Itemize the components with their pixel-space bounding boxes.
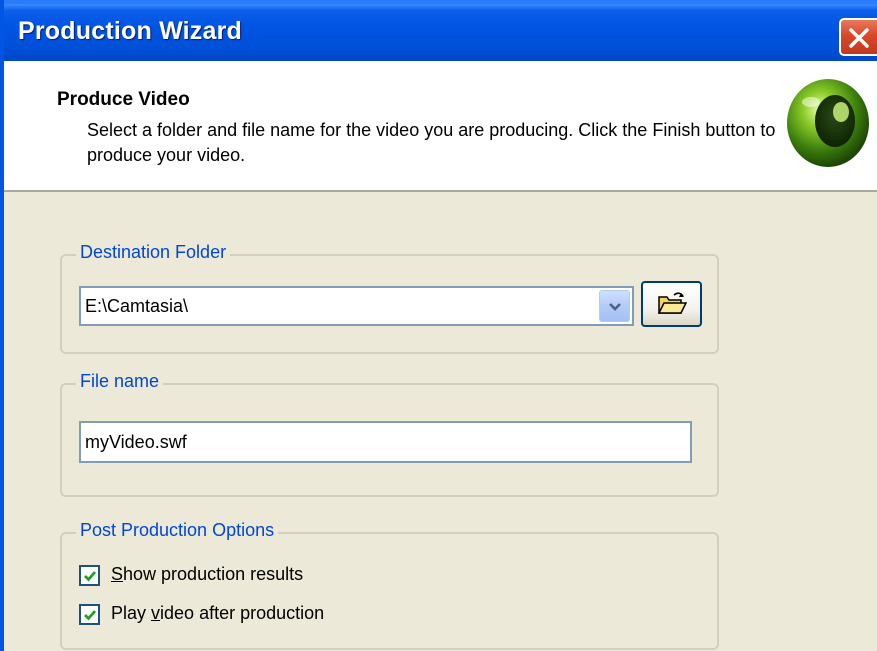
close-icon	[849, 28, 869, 48]
page-description: Select a folder and file name for the vi…	[87, 120, 776, 165]
production-wizard-window: Production Wizard Produce Video Select a…	[0, 0, 877, 651]
green-orb-logo	[787, 79, 869, 167]
close-button[interactable]	[839, 18, 877, 56]
file-name-input[interactable]: myVideo.swf	[79, 421, 692, 463]
title-bar[interactable]: Production Wizard	[4, 0, 877, 61]
file-name-label: File name	[76, 371, 164, 392]
browse-folder-button[interactable]	[641, 281, 702, 327]
window-title: Production Wizard	[18, 17, 243, 45]
file-name-value: myVideo.swf	[85, 432, 187, 452]
play-video-after-production-checkbox[interactable]	[79, 604, 100, 625]
show-production-results-checkbox[interactable]	[79, 565, 100, 586]
header-panel: Produce Video Select a folder and file n…	[4, 61, 877, 192]
checkmark-icon	[84, 571, 97, 582]
page-title: Produce Video	[57, 89, 190, 110]
open-folder-icon	[657, 292, 687, 314]
destination-folder-combobox[interactable]: E:\Camtasia\	[79, 286, 634, 326]
show-production-results-label: Show production results	[111, 564, 304, 584]
dropdown-button[interactable]	[599, 290, 630, 322]
destination-folder-label: Destination Folder	[76, 242, 231, 263]
post-production-options-label: Post Production Options	[76, 520, 279, 541]
destination-folder-value: E:\Camtasia\	[85, 296, 189, 316]
play-video-after-production-label: Play video after production	[111, 603, 325, 623]
chevron-down-icon	[609, 303, 621, 311]
checkmark-icon	[84, 610, 97, 621]
post-production-options-group: Post Production Options	[60, 520, 719, 650]
